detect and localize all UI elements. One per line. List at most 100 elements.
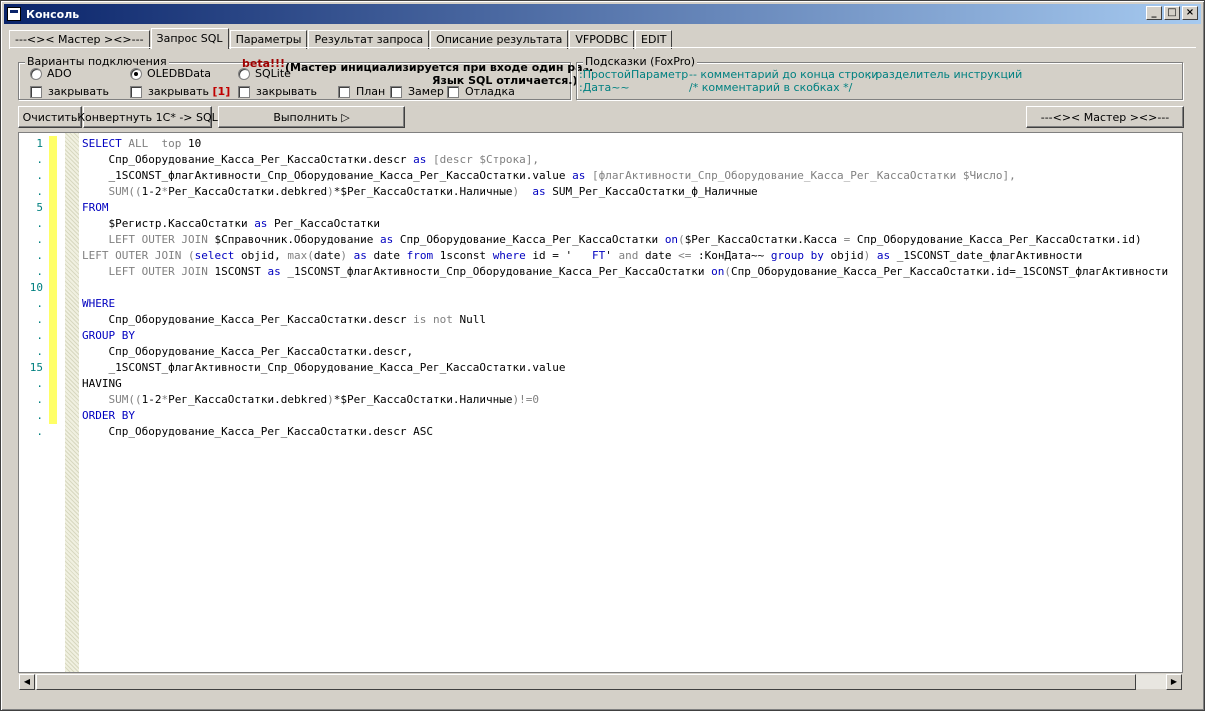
sql-token: ALL	[128, 137, 149, 150]
minimize-button[interactable]: _	[1146, 6, 1162, 20]
sql-keyword: on	[711, 265, 725, 278]
code-line: Спр_Оборудование_Касса_Рег_КассаОстатки.…	[82, 424, 433, 440]
checkbox-debug-box[interactable]	[447, 85, 459, 98]
line-number: .	[36, 409, 43, 422]
sql-token: _1SCONST_флагАктивности_Спр_Оборудование…	[82, 169, 573, 182]
hint-line-comment: -- комментарий до конца строки	[689, 68, 879, 81]
sql-token: Спр_Оборудование_Касса_Рег_КассаОстатки.…	[82, 313, 414, 326]
sql-token: id = '	[525, 249, 593, 262]
sql-token: LEFT OUTER JOIN	[108, 265, 208, 278]
line-number: 1	[36, 137, 43, 150]
checkbox-close-sqlite-box[interactable]	[238, 85, 250, 98]
radio-ado-label: ADO	[47, 67, 72, 80]
sql-token: objid	[823, 249, 864, 262]
checkbox-plan-box[interactable]	[338, 85, 350, 98]
convert-button[interactable]: Конвертнуть 1С* -> SQL	[77, 106, 218, 128]
tab-sql-query[interactable]: Запрос SQL	[150, 28, 229, 49]
line-number: .	[36, 393, 43, 406]
sql-token: '	[605, 249, 619, 262]
line-number: .	[36, 265, 43, 278]
line-number: .	[36, 233, 43, 246]
sql-keyword: where	[492, 249, 526, 262]
tab-strip: ---<>< Мастер ><>--- Запрос SQL Параметр…	[9, 28, 673, 49]
sql-token: $Регистр.КассаОстатки	[82, 217, 255, 230]
close-button[interactable]: ×	[1182, 6, 1198, 20]
scroll-right-button[interactable]: ▶	[1166, 674, 1182, 690]
maximize-button[interactable]: □	[1164, 6, 1180, 20]
hint-block-comment: /* комментарий в скобках */	[689, 81, 853, 94]
sql-token: _1SCONST_флагАктивности_Спр_Оборудование…	[82, 361, 566, 374]
sql-token: Спр_Оборудование_Касса_Рег_КассаОстатки.…	[82, 345, 414, 358]
radio-ado-dot[interactable]	[30, 67, 42, 80]
sql-keyword: FROM	[82, 201, 109, 214]
checkbox-close-sqlite[interactable]: закрывать	[238, 85, 317, 98]
checkbox-close-oledb-box[interactable]	[130, 85, 142, 98]
scroll-thumb[interactable]	[36, 674, 1136, 690]
checkbox-zamer-box[interactable]	[390, 85, 402, 98]
sql-token: 1SCONST	[207, 265, 268, 278]
scroll-left-button[interactable]: ◀	[19, 674, 35, 690]
clear-button[interactable]: Очистить	[18, 106, 82, 128]
checkbox-zamer[interactable]: Замер	[390, 85, 444, 98]
code-line: _1SCONST_флагАктивности_Спр_Оборудование…	[82, 168, 1015, 184]
modified-lines-marker	[49, 136, 57, 424]
checkbox-debug[interactable]: Отладка	[447, 85, 515, 98]
sql-token: *$Рег_КассаОстатки.Наличные	[333, 185, 513, 198]
sql-keyword: select	[194, 249, 235, 262]
sql-token: SUM((	[108, 393, 142, 406]
title-bar[interactable]: Консоль _ □ ×	[4, 4, 1201, 24]
hint-separator: ; разделитель инструкций	[868, 68, 1023, 81]
radio-oledbdata-dot[interactable]	[130, 67, 142, 80]
code-line: LEFT OUTER JOIN 1SCONST as _1SCONST_флаг…	[82, 264, 1169, 280]
checkbox-zamer-label: Замер	[408, 85, 444, 98]
code-line: SUM((1-2*Рег_КассаОстатки.debkred)*$Рег_…	[82, 392, 540, 408]
sql-keyword: on	[664, 233, 679, 246]
checkbox-close-oledb[interactable]: закрывать [1]	[130, 85, 230, 98]
sql-token: SUM((	[108, 185, 142, 198]
sql-token: :КонДата~~	[691, 249, 771, 262]
hints-group-label: Подсказки (FoxPro)	[583, 55, 698, 68]
fold-margin	[65, 133, 79, 672]
line-number: .	[36, 345, 43, 358]
sql-token: Null	[452, 313, 487, 326]
sql-token: Рег_КассаОстатки	[267, 217, 381, 230]
sql-keyword: as	[254, 217, 268, 230]
master-init-note: (Мастер инициализируется при входе один …	[285, 61, 594, 74]
radio-oledbdata[interactable]: OLEDBData	[130, 67, 211, 80]
code-line: Спр_Оборудование_Касса_Рег_КассаОстатки.…	[82, 312, 486, 328]
master-button[interactable]: ---<>< Мастер ><>---	[1026, 106, 1184, 128]
checkbox-close-oledb-label: закрывать	[148, 85, 210, 98]
hint-simple-param: :ПростойПараметр	[579, 68, 689, 81]
sql-token: SUM_Рег_КассаОстатки_ф_Наличные	[545, 185, 758, 198]
checkbox-close-ado[interactable]: закрывать	[30, 85, 109, 98]
window-title: Консоль	[26, 7, 80, 21]
app-icon	[7, 7, 21, 21]
code-line: FROM	[82, 200, 109, 216]
line-number: .	[36, 185, 43, 198]
radio-ado[interactable]: ADO	[30, 67, 72, 80]
sql-token: Спр_Оборудование_Касса_Рег_КассаОстатки.…	[850, 233, 1142, 246]
line-number: .	[36, 297, 43, 310]
sql-token: Рег_КассаОстатки.debkred	[168, 185, 328, 198]
sql-token: is not	[413, 313, 453, 326]
sql-editor[interactable]: 1... 5.... 10.... 15.... SELECT ALL top 10 …	[18, 132, 1183, 673]
run-button[interactable]: Выполнить ▷	[218, 106, 405, 128]
checkbox-close-ado-label: закрывать	[48, 85, 110, 98]
console-window: Консоль _ □ × ---<>< Мастер ><>--- Запро…	[0, 0, 1205, 711]
code-line: _1SCONST_флагАктивности_Спр_Оборудование…	[82, 360, 565, 376]
horizontal-scrollbar[interactable]: ◀ ▶	[18, 673, 1183, 690]
checkbox-plan[interactable]: План	[338, 85, 385, 98]
code-line: LEFT OUTER JOIN $Справочник.Оборудование…	[82, 232, 1142, 248]
sql-token: )	[327, 393, 334, 406]
checkbox-close-sqlite-label: закрывать	[256, 85, 318, 98]
checkbox-close-ado-box[interactable]	[30, 85, 42, 98]
line-number: .	[36, 153, 43, 166]
sql-keyword: as	[413, 153, 427, 166]
line-number: .	[36, 217, 43, 230]
sql-token: $Справочник.Оборудование	[207, 233, 381, 246]
